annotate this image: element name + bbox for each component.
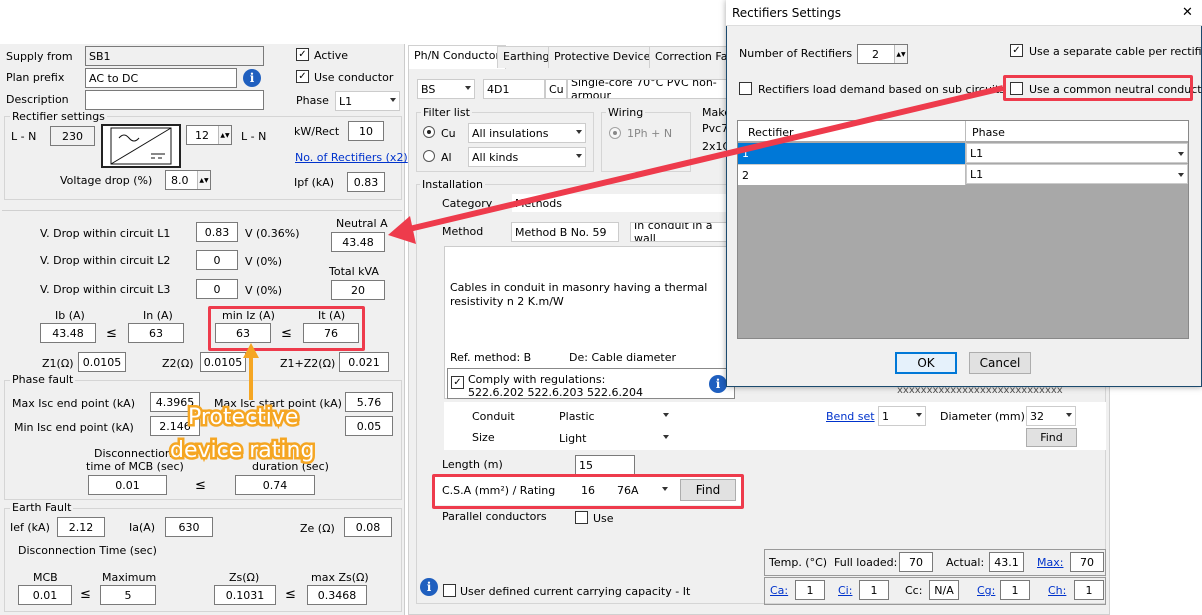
annotation-arrows [243, 85, 1004, 400]
annotation-text-2: device rating [167, 436, 316, 466]
annotation-text-1: Protective [185, 403, 300, 433]
